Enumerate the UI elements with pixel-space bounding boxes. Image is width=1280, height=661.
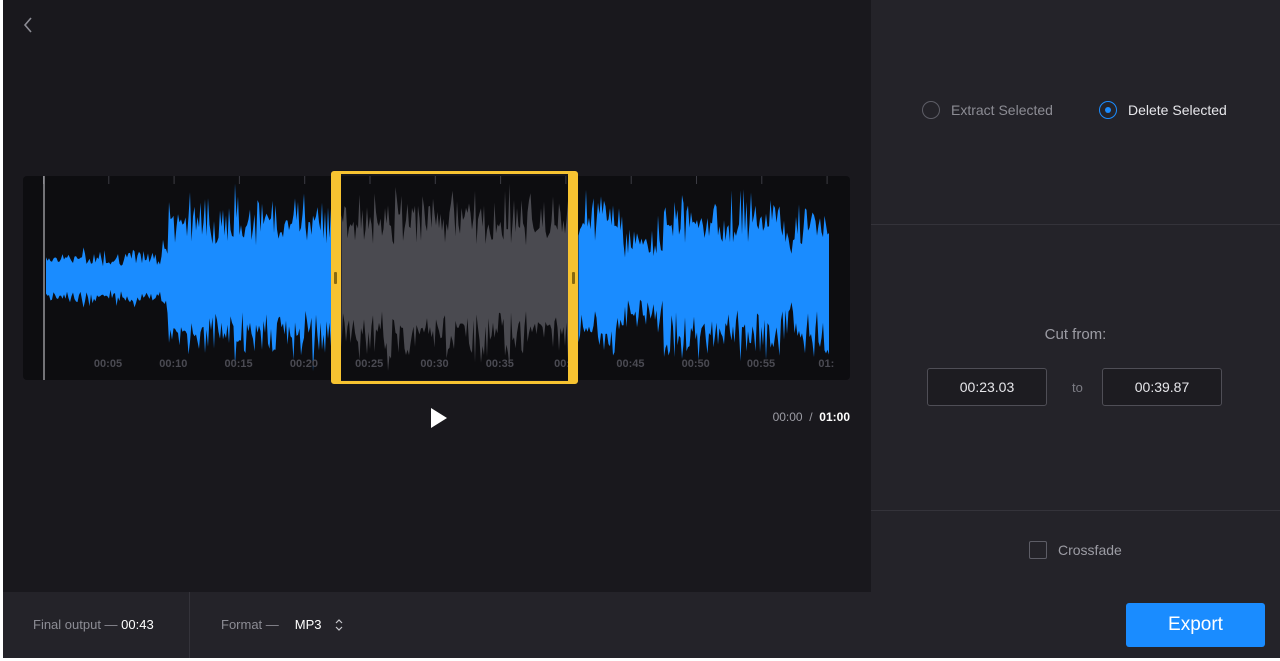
cut-from-label: Cut from: — [1044, 326, 1107, 343]
waveform-editor: 00:05 00:10 00:15 00:20 00:25 00:30 00:35 00:4 0… — [3, 0, 871, 592]
radio-circle — [922, 101, 940, 119]
updown-arrows-icon — [335, 618, 342, 631]
divider — [189, 592, 190, 658]
waveform-right — [578, 189, 829, 362]
divider — [871, 224, 1280, 225]
crossfade-label: Crossfade — [1058, 542, 1122, 558]
timeline-tick-label: 00:20 — [290, 358, 318, 370]
audio-cutter-app: 00:05 00:10 00:15 00:20 00:25 00:30 00:35 00:4 0… — [3, 0, 1280, 658]
current-time: 00:00 — [772, 410, 803, 424]
selection-range[interactable] — [331, 171, 578, 384]
export-button[interactable]: Export — [1126, 603, 1265, 647]
cut-start-input[interactable]: 00:23.03 — [927, 368, 1047, 406]
timeline-tick-label: 01: — [818, 358, 834, 370]
final-output-label: Final output — — [33, 617, 118, 632]
back-button[interactable] — [17, 14, 39, 36]
format-control: Format — MP3 — [221, 617, 344, 632]
extract-selected-radio[interactable]: Extract Selected — [922, 101, 1053, 119]
timeline-tick-label: 00:45 — [616, 358, 644, 370]
timeline-tick-label: 00:05 — [94, 358, 122, 370]
time-readout: 00:00 / 01:00 — [773, 410, 850, 424]
checkbox-box — [1029, 541, 1047, 559]
to-label: to — [1072, 380, 1083, 395]
radio-circle — [1099, 101, 1117, 119]
selection-right-handle[interactable] — [572, 271, 575, 284]
final-output-value: 00:43 — [121, 617, 154, 632]
settings-panel: Extract Selected Delete Selected Cut fro… — [871, 0, 1280, 592]
time-separator: / — [809, 410, 813, 424]
total-duration: 01:00 — [819, 410, 850, 424]
timeline-tick-label: 00:55 — [747, 358, 775, 370]
format-select[interactable]: MP3 — [295, 617, 344, 632]
divider — [871, 510, 1280, 511]
cut-end-input[interactable]: 00:39.87 — [1102, 368, 1222, 406]
play-icon — [431, 408, 447, 428]
footer-bar: Final output — 00:43 Format — MP3 Export — [3, 592, 1280, 658]
final-output: Final output — 00:43 — [33, 617, 154, 632]
play-button[interactable] — [425, 404, 453, 432]
radio-label: Extract Selected — [951, 102, 1053, 118]
radio-label: Delete Selected — [1128, 102, 1227, 118]
format-label: Format — — [221, 617, 279, 632]
timeline-tick-label: 00:15 — [225, 358, 253, 370]
timeline-tick-label: 00:50 — [682, 358, 710, 370]
chevron-left-icon — [23, 17, 32, 33]
delete-selected-radio[interactable]: Delete Selected — [1099, 101, 1227, 119]
selection-left-handle[interactable] — [334, 271, 337, 284]
waveform-left — [46, 183, 340, 372]
crossfade-checkbox[interactable]: Crossfade — [1029, 541, 1122, 559]
timeline-tick-label: 00:10 — [159, 358, 187, 370]
format-value: MP3 — [294, 617, 322, 632]
